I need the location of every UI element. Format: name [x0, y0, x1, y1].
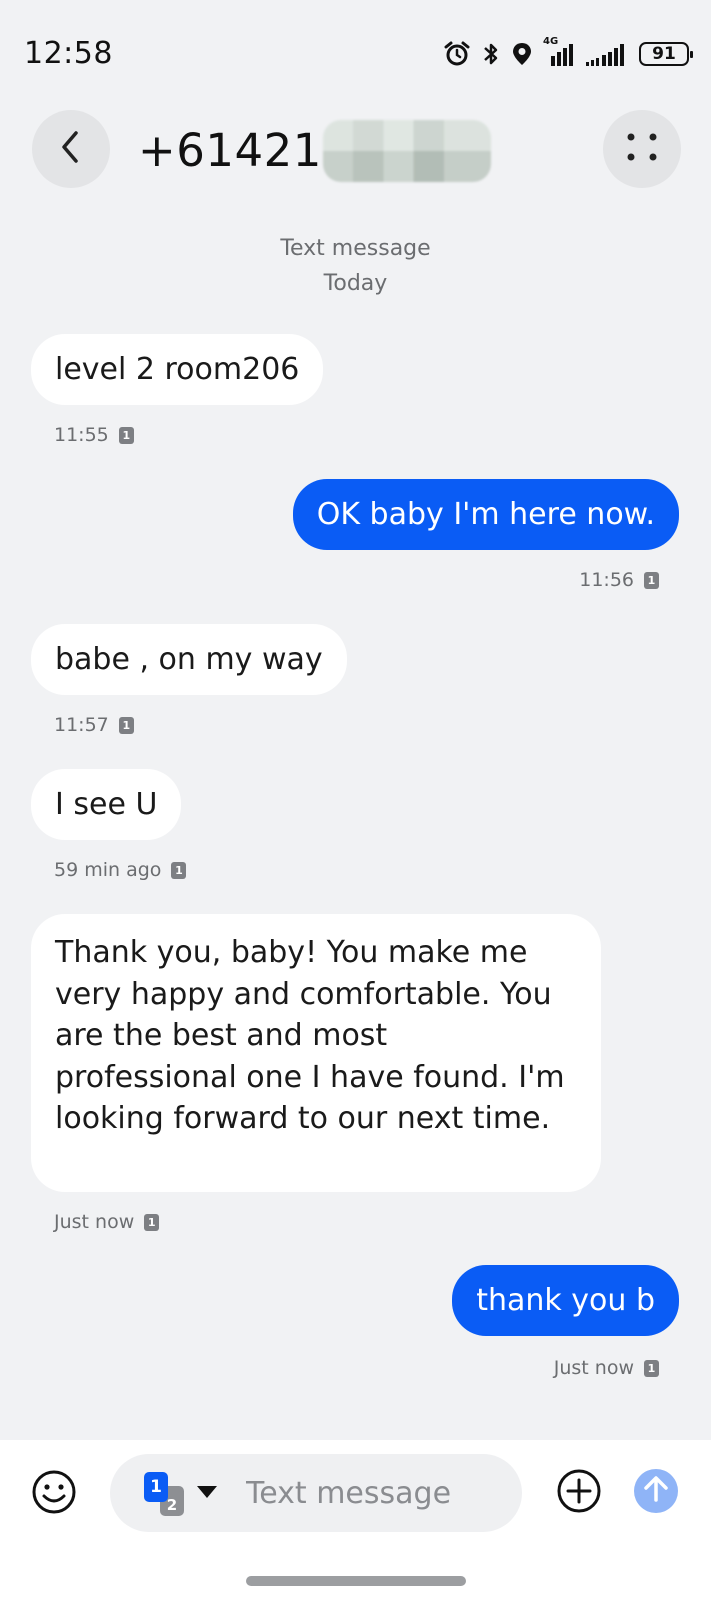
attach-button[interactable] — [556, 1468, 602, 1514]
message-time: 11:57 — [54, 714, 109, 736]
message-text: I see U — [55, 787, 158, 822]
message-time: 11:56 — [579, 569, 634, 591]
more-options-button[interactable] — [603, 110, 681, 188]
input-pill: 2 1 — [110, 1454, 522, 1532]
message-meta: 59 min ago 1 — [54, 859, 187, 881]
add-circle-icon — [556, 1469, 602, 1518]
message-meta: Just now 1 — [54, 1211, 160, 1233]
message-bubble-incoming[interactable]: I see U — [31, 769, 182, 840]
message-time: 59 min ago — [54, 859, 162, 881]
emoji-button[interactable] — [30, 1468, 78, 1516]
emoji-icon — [30, 1470, 78, 1520]
message-time: Just now — [54, 1211, 135, 1233]
message-bubble-incoming[interactable]: Thank you, baby! You make me very happy … — [31, 914, 601, 1192]
message-bubble-incoming[interactable]: babe , on my way — [31, 624, 347, 695]
message-text: Thank you, baby! You make me very happy … — [55, 935, 565, 1136]
more-dots-icon — [624, 129, 660, 169]
message-bubble-incoming[interactable]: level 2 room206 — [31, 334, 324, 405]
send-button[interactable] — [634, 1469, 678, 1513]
bluetooth-icon — [481, 40, 501, 68]
message-time: 11:55 — [54, 424, 109, 446]
signal-icon — [585, 40, 629, 68]
sim-card-icon: 1 — [644, 1359, 659, 1377]
message-meta: 11:55 1 — [54, 424, 134, 446]
back-button[interactable] — [32, 110, 110, 188]
sim-card-icon: 1 — [144, 1213, 160, 1231]
message-meta: 11:57 1 — [54, 714, 134, 736]
conversation-date: Today — [323, 271, 388, 296]
alarm-icon — [443, 40, 471, 68]
message-meta: 11:56 1 — [579, 569, 659, 591]
contact-number[interactable]: +614215 — [138, 124, 351, 177]
location-icon — [511, 40, 533, 68]
mobile-data-icon: 4G — [543, 36, 575, 68]
message-bubble-outgoing[interactable]: thank you b — [452, 1265, 679, 1336]
status-bar: 12:58 4G 91 — [0, 0, 711, 100]
message-text: thank you b — [476, 1283, 655, 1318]
send-arrow-icon — [643, 1475, 669, 1507]
sim-switch-button[interactable]: 2 1 — [144, 1472, 190, 1516]
sim-card-icon: 1 — [644, 571, 659, 589]
status-icons: 4G 91 — [443, 36, 693, 68]
home-indicator[interactable] — [246, 1576, 466, 1586]
message-text: OK baby I'm here now. — [316, 497, 655, 532]
dropdown-arrow-icon[interactable] — [196, 1484, 218, 1504]
message-input[interactable] — [246, 1454, 506, 1532]
sim-card-icon: 1 — [118, 426, 134, 444]
message-text: babe , on my way — [55, 642, 323, 677]
message-bubble-outgoing[interactable]: OK baby I'm here now. — [292, 479, 679, 550]
battery-icon: 91 — [639, 42, 693, 66]
sim-active-icon: 1 — [144, 1472, 168, 1502]
status-time: 12:58 — [24, 36, 113, 71]
sim-card-icon: 1 — [118, 716, 134, 734]
message-meta: Just now 1 — [554, 1357, 659, 1379]
conversation-type: Text message — [280, 236, 431, 261]
conversation-header: +614215 — [0, 106, 711, 190]
message-text: level 2 room206 — [55, 352, 300, 387]
message-time: Just now — [553, 1357, 634, 1379]
redaction-blur — [323, 120, 491, 182]
chevron-left-icon — [56, 129, 86, 169]
sim-card-icon: 1 — [171, 861, 187, 879]
